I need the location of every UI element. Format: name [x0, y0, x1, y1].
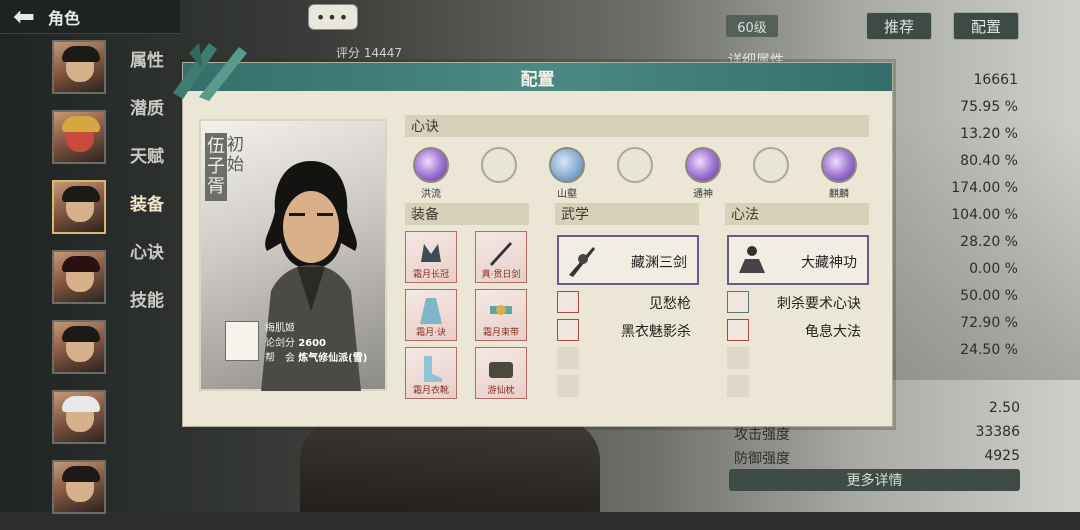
qilin-icon [821, 147, 857, 183]
main-martial-skill[interactable]: 藏渊三剑 [557, 235, 699, 285]
inner-skill-row[interactable]: 刺杀要术心诀 [727, 291, 869, 313]
turtle-breath-icon [727, 319, 749, 341]
belt-icon [490, 305, 512, 315]
top-bar: ⬅ 角色 [0, 0, 180, 34]
menu-item[interactable]: 技能 [130, 286, 164, 334]
boots-icon [424, 356, 442, 382]
arrow-left-icon: ⬅ [13, 1, 35, 32]
stat-value: 80.40 % [960, 153, 1018, 169]
xinjue-slot-empty[interactable] [753, 147, 789, 185]
sword-icon [490, 242, 512, 266]
stat-value: 174.00 % [951, 180, 1018, 196]
section-wuxue: 武学 [555, 203, 699, 225]
stat-value: 104.00 % [951, 207, 1018, 223]
sword-stance-icon [569, 247, 595, 277]
menu-item[interactable]: 装备 [130, 190, 164, 238]
menu-item[interactable]: 心诀 [130, 238, 164, 286]
stat-value: 50.00 % [960, 288, 1018, 304]
stat-value: 13.20 % [960, 126, 1018, 142]
character-figure [300, 420, 600, 512]
stat-value: 24.50 % [960, 342, 1018, 358]
config-button[interactable]: 配置 [953, 12, 1019, 40]
equip-slot[interactable]: 霜月长冠 [405, 231, 457, 283]
section-xinjue: 心诀 [405, 115, 869, 137]
score-label: 评分 14447 [336, 46, 402, 60]
xinjue-slot-empty[interactable] [481, 147, 517, 185]
recommend-button[interactable]: 推荐 [866, 12, 932, 40]
more-details-button[interactable]: 更多详情 [729, 469, 1020, 491]
stat-value: 16661 [973, 72, 1018, 88]
stat-value: 0.00 % [969, 261, 1018, 277]
character-list [52, 40, 108, 530]
mountain-icon [549, 147, 585, 183]
pillow-icon [489, 362, 513, 378]
xinjue-slot[interactable]: 通神 [685, 147, 721, 200]
xinjue-slot-empty[interactable] [617, 147, 653, 185]
back-button[interactable]: ⬅ [0, 0, 48, 34]
level-badge: 60级 [726, 15, 778, 37]
section-xinfa: 心法 [725, 203, 869, 225]
xinjue-slots: 洪流 山壑 通神 麒麟 [407, 145, 867, 201]
page-title: 角色 [48, 8, 81, 28]
stat-values: 16661 75.95 % 13.20 % 80.40 % 174.00 % 1… [890, 72, 1018, 369]
guild-info: 帮 会 炼气修仙派(雪) [265, 353, 368, 364]
character-avatar[interactable] [52, 110, 106, 164]
equip-slot[interactable]: 游仙枕 [475, 347, 527, 399]
menu-item[interactable]: 天赋 [130, 142, 164, 190]
meditation-icon [739, 246, 765, 273]
stat-value: 75.95 % [960, 99, 1018, 115]
xinjue-slot[interactable]: 洪流 [413, 147, 449, 200]
equip-slot[interactable]: 霜月衣靴 [405, 347, 457, 399]
assassin-art-icon [727, 291, 749, 313]
crown-icon [421, 244, 441, 262]
stat-value: 28.20 % [960, 234, 1018, 250]
menu-item[interactable]: 潜质 [130, 94, 164, 142]
martial-skill-row[interactable]: 见愁枪 [557, 291, 699, 313]
character-avatar[interactable] [52, 320, 106, 374]
character-portrait-card: 伍子胥 初始 梅肌姬 论剑分 2600 帮 会 炼气修仙派(雪) [199, 119, 387, 391]
stat-value: 72.90 % [960, 315, 1018, 331]
owner-avatar[interactable] [225, 321, 259, 361]
xinjue-slot[interactable]: 麒麟 [821, 147, 857, 200]
side-menu: 属性 潜质 天赋 装备 心诀 技能 [130, 46, 164, 334]
spear-icon [557, 291, 579, 313]
martial-skill-row[interactable]: 黑衣魅影杀 [557, 319, 699, 341]
swirl-icon [413, 147, 449, 183]
equip-slot[interactable]: 真·贯日剑 [475, 231, 527, 283]
shadow-strike-icon [557, 319, 579, 341]
main-inner-skill[interactable]: 大藏神功 [727, 235, 869, 285]
character-avatar[interactable] [52, 40, 106, 94]
chat-bubble-button[interactable]: ••• [308, 4, 358, 30]
inner-skill-empty[interactable] [727, 375, 869, 397]
lunjian-score: 论剑分 2600 [265, 338, 327, 349]
character-avatar[interactable] [52, 250, 106, 304]
spirit-icon [685, 147, 721, 183]
xinjue-slot[interactable]: 山壑 [549, 147, 585, 200]
stat-row: 攻击强度 33386 [734, 424, 1020, 443]
character-avatar[interactable] [52, 390, 106, 444]
inner-skill-empty[interactable] [727, 347, 869, 369]
bamboo-leaf-decoration [173, 43, 247, 101]
equip-slot[interactable]: 霜月·诀 [405, 289, 457, 341]
modal-title: 配置 [183, 63, 892, 91]
martial-skill-empty[interactable] [557, 347, 699, 369]
robe-icon [420, 298, 442, 324]
owner-name: 梅肌姬 [265, 323, 295, 334]
config-modal: 配置 伍子胥 初始 梅肌姬 论剑分 2600 帮 会 炼气修仙派(雪) 心诀 洪… [173, 43, 893, 427]
equip-slot[interactable]: 霜月束带 [475, 289, 527, 341]
martial-skill-empty[interactable] [557, 375, 699, 397]
character-name: 伍子胥 [205, 133, 227, 201]
inner-skill-row[interactable]: 龟息大法 [727, 319, 869, 341]
character-avatar[interactable] [52, 460, 106, 514]
character-avatar-selected[interactable] [52, 180, 106, 234]
section-equip: 装备 [405, 203, 529, 225]
menu-item[interactable]: 属性 [130, 46, 164, 94]
